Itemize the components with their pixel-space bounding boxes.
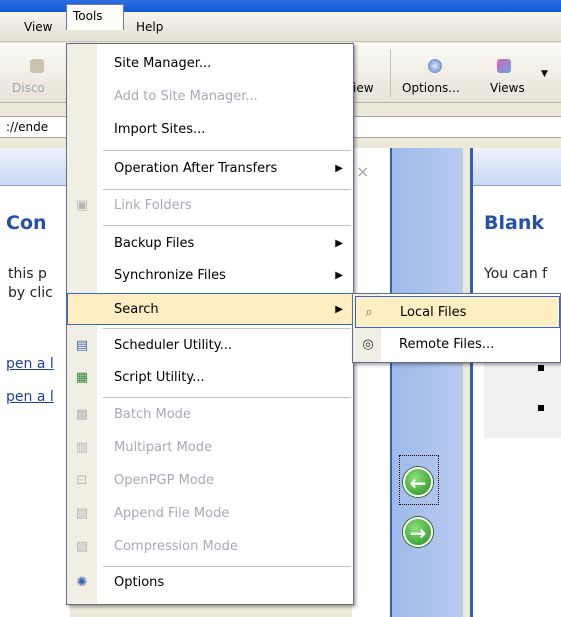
tools-menu: Site Manager... Add to Site Manager... I…: [66, 43, 354, 605]
menu-item-operation-after-transfers[interactable]: Operation After Transfers ▶: [67, 153, 353, 185]
left-pane-title: Con: [6, 212, 47, 234]
menu-item-label: Remote Files...: [399, 337, 495, 352]
left-pane-text-1: this p: [8, 266, 47, 282]
menu-item-search[interactable]: Search ▶: [67, 293, 353, 325]
middle-strip: [352, 148, 390, 617]
left-pane-header: [0, 148, 70, 186]
arrow-right-icon[interactable]: →: [403, 517, 433, 547]
menu-item-import-sites[interactable]: Import Sites...: [67, 114, 353, 146]
disconnect-icon: [30, 59, 44, 73]
menu-item-label: Site Manager...: [114, 56, 212, 71]
lock-icon: ⊡: [76, 473, 88, 488]
submenu-item-remote-files[interactable]: ◎ Remote Files...: [355, 329, 560, 361]
options-button[interactable]: Options...: [402, 81, 460, 95]
binoculars-icon: ◎: [362, 337, 374, 352]
menu-view[interactable]: View: [20, 20, 56, 34]
menu-item-label: Operation After Transfers: [114, 161, 278, 176]
menu-item-link-folders[interactable]: ▣ Link Folders: [67, 190, 353, 222]
menu-item-openpgp-mode[interactable]: ⊡ OpenPGP Mode: [67, 465, 353, 497]
disconnect-button[interactable]: Disco: [12, 81, 45, 95]
menu-item-label: Link Folders: [114, 198, 192, 213]
search-local-icon: ⌕: [365, 305, 373, 320]
multipart-icon: ▥: [75, 440, 89, 455]
menu-item-label: Multipart Mode: [114, 440, 212, 455]
menu-item-add-to-site-manager[interactable]: Add to Site Manager...: [67, 81, 353, 113]
menu-item-label: OpenPGP Mode: [114, 473, 215, 488]
arrow-left-icon[interactable]: ←: [403, 467, 433, 497]
menu-separator: [103, 150, 351, 151]
search-submenu: ⌕ Local Files ◎ Remote Files...: [352, 293, 561, 363]
compression-icon: ▨: [75, 539, 89, 554]
menu-item-label: Import Sites...: [114, 122, 206, 137]
close-icon[interactable]: ×: [356, 162, 369, 181]
menu-item-batch-mode[interactable]: ▩ Batch Mode: [67, 399, 353, 431]
menu-item-label: Synchronize Files: [114, 268, 226, 283]
menu-help[interactable]: Help: [132, 20, 167, 34]
views-button[interactable]: Views: [490, 81, 525, 95]
menu-item-label: Append File Mode: [114, 506, 230, 521]
toolbar-separator: [390, 49, 391, 97]
menu-separator: [103, 397, 351, 398]
view-button[interactable]: iew: [353, 81, 374, 95]
menu-item-label: Compression Mode: [114, 539, 238, 554]
batch-icon: ▩: [75, 407, 89, 422]
menu-item-label: Backup Files: [114, 236, 195, 251]
menu-separator: [103, 225, 351, 226]
menu-item-site-manager[interactable]: Site Manager...: [67, 48, 353, 80]
transfer-column: [390, 148, 463, 617]
submenu-arrow-icon: ▶: [335, 238, 343, 249]
menu-item-label: Options: [114, 575, 165, 590]
left-pane-link-1[interactable]: pen a l: [6, 356, 54, 372]
options-icon: [428, 59, 442, 73]
left-pane-link-2[interactable]: pen a l: [6, 389, 54, 405]
views-icon: [497, 59, 511, 73]
menu-item-label: Batch Mode: [114, 407, 191, 422]
right-pane-header: [473, 148, 561, 186]
menu-item-label: Add to Site Manager...: [114, 89, 258, 104]
menu-item-multipart-mode[interactable]: ▥ Multipart Mode: [67, 432, 353, 464]
menu-item-compression-mode[interactable]: ▨ Compression Mode: [67, 531, 353, 563]
menu-item-label: Search: [114, 302, 159, 317]
submenu-arrow-icon: ▶: [335, 163, 343, 174]
menu-item-script-utility[interactable]: ▦ Script Utility...: [67, 362, 353, 394]
menu-item-synchronize-files[interactable]: Synchronize Files ▶: [67, 260, 353, 292]
bullet: [538, 365, 544, 371]
bullet: [538, 405, 544, 411]
menu-item-label: Script Utility...: [114, 370, 205, 385]
menu-item-label: Scheduler Utility...: [114, 338, 232, 353]
link-folders-icon: ▣: [75, 198, 89, 213]
options-icon: ✺: [76, 575, 88, 590]
menu-separator: [103, 328, 351, 329]
left-pane-text-2: by clic: [8, 285, 53, 301]
right-pane-text: You can f: [484, 266, 548, 282]
submenu-item-local-files[interactable]: ⌕ Local Files: [355, 296, 560, 328]
menu-item-append-file-mode[interactable]: ▧ Append File Mode: [67, 498, 353, 530]
menu-tools[interactable]: Tools: [66, 4, 124, 30]
right-pane-title: Blank: [484, 212, 544, 234]
menu-item-scheduler-utility[interactable]: ▤ Scheduler Utility...: [67, 330, 353, 362]
script-icon: ▦: [75, 370, 89, 385]
append-icon: ▧: [75, 506, 89, 521]
views-dropdown-icon[interactable]: ▼: [541, 69, 548, 79]
scheduler-icon: ▤: [75, 338, 89, 353]
submenu-arrow-icon: ▶: [335, 304, 343, 315]
menu-item-label: Local Files: [400, 305, 467, 320]
menu-item-options[interactable]: ✺ Options: [67, 567, 353, 599]
menu-item-backup-files[interactable]: Backup Files ▶: [67, 228, 353, 260]
submenu-arrow-icon: ▶: [335, 270, 343, 281]
